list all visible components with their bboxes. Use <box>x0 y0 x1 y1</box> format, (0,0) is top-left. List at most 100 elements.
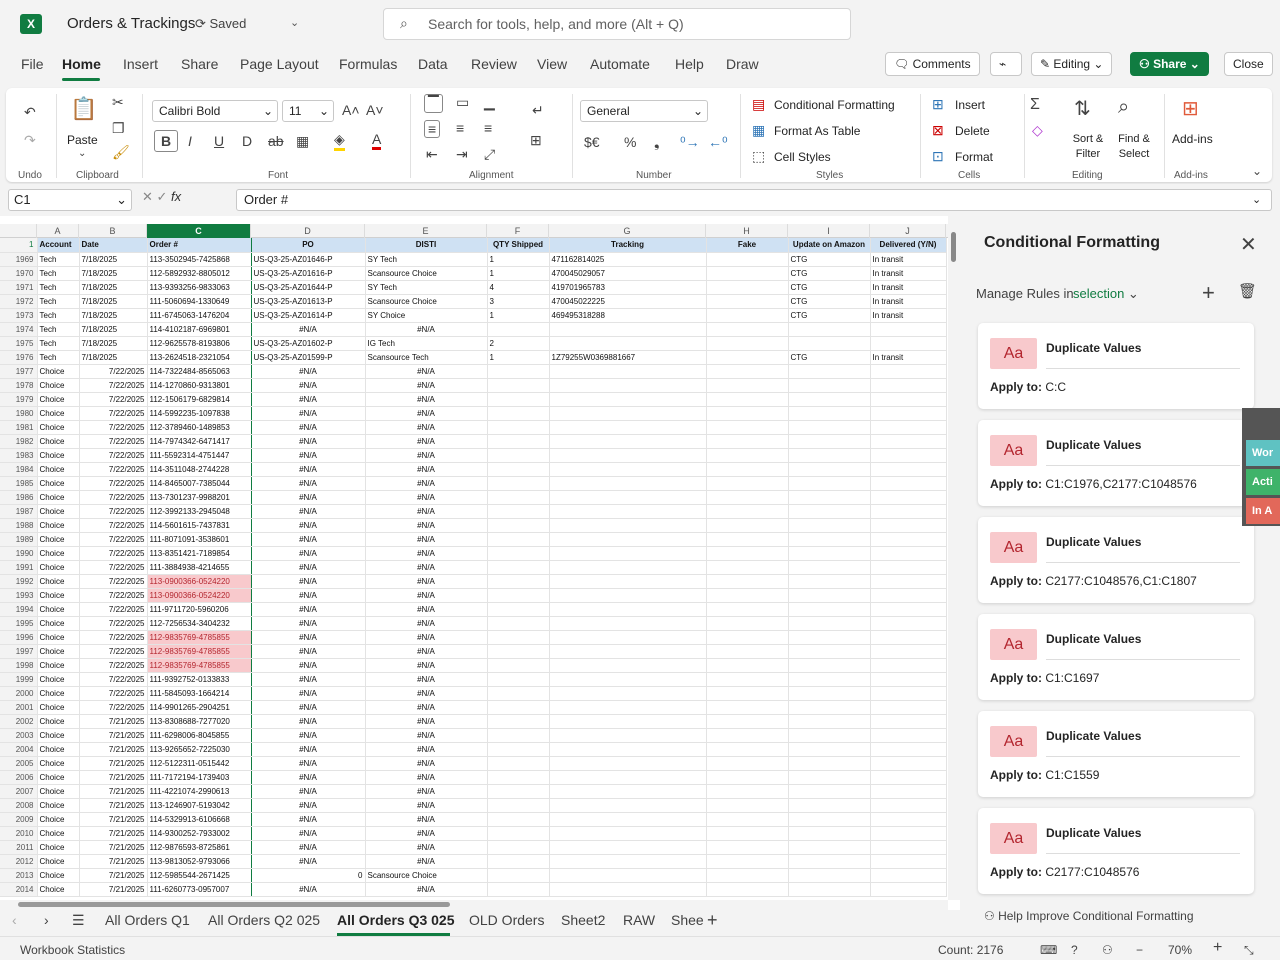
cell[interactable]: #N/A <box>365 616 488 631</box>
cell[interactable]: Choice <box>37 728 80 743</box>
cell[interactable]: #N/A <box>365 448 488 463</box>
cell[interactable]: US-Q3-25-AZ01602-P <box>251 336 366 351</box>
cell[interactable]: In transit <box>870 280 947 295</box>
cell[interactable]: In transit <box>870 294 947 309</box>
sheet-table[interactable]: 1 Account Date Order # PO DISTI QTY Shipped Tra… <box>0 238 947 897</box>
cell[interactable]: Choice <box>37 532 80 547</box>
cell[interactable] <box>788 826 871 841</box>
cell[interactable] <box>788 392 871 407</box>
cell[interactable]: Choice <box>37 630 80 645</box>
header-cell[interactable]: Delivered (Y/N) <box>870 238 947 253</box>
cell[interactable] <box>549 714 707 729</box>
cell[interactable]: #N/A <box>251 784 366 799</box>
cell[interactable] <box>870 420 947 435</box>
cell[interactable]: 113-9813052-9793066 <box>146 854 252 869</box>
format-cells-button[interactable]: Format <box>955 150 993 164</box>
row-header[interactable]: 2011 <box>0 840 38 855</box>
cell[interactable] <box>549 742 707 757</box>
cell[interactable] <box>487 728 550 743</box>
cell[interactable] <box>487 840 550 855</box>
cell[interactable] <box>870 854 947 869</box>
currency-icon[interactable]: $€ <box>584 134 600 150</box>
cell[interactable]: 114-1270860-9313801 <box>146 378 252 393</box>
cell[interactable]: Choice <box>37 588 80 603</box>
cell[interactable]: #N/A <box>365 672 488 687</box>
cell[interactable]: 114-9300252-7933002 <box>146 826 252 841</box>
cell[interactable]: #N/A <box>251 504 366 519</box>
cell[interactable]: 7/21/2025 <box>79 770 148 785</box>
row-header[interactable]: 1 <box>0 238 38 253</box>
align-right-icon[interactable]: ≡ <box>484 120 492 136</box>
cell[interactable]: 7/22/2025 <box>79 700 148 715</box>
cell[interactable]: #N/A <box>365 420 488 435</box>
sheet-tab[interactable]: All Orders Q1 <box>105 912 190 928</box>
cell[interactable] <box>487 630 550 645</box>
increase-font-icon[interactable]: A˄ <box>342 102 360 118</box>
cell[interactable] <box>706 770 789 785</box>
cell[interactable]: #N/A <box>365 462 488 477</box>
cell[interactable] <box>549 322 707 337</box>
cell[interactable]: 7/18/2025 <box>79 350 148 365</box>
cell[interactable]: #N/A <box>365 602 488 617</box>
cell[interactable]: #N/A <box>365 700 488 715</box>
cell[interactable] <box>549 560 707 575</box>
cell[interactable]: #N/A <box>251 672 366 687</box>
sheet-tab[interactable]: All Orders Q2 025 <box>208 912 320 928</box>
cell[interactable]: 114-3511048-2744228 <box>146 462 252 477</box>
cell[interactable] <box>549 490 707 505</box>
align-bottom-icon[interactable]: ▁ <box>484 94 495 111</box>
header-cell[interactable]: Update on Amazon <box>788 238 871 253</box>
cell[interactable]: In transit <box>870 350 947 365</box>
cell[interactable] <box>788 770 871 785</box>
cell[interactable] <box>487 784 550 799</box>
cell[interactable] <box>487 476 550 491</box>
column-header[interactable]: I <box>788 224 870 238</box>
cell[interactable] <box>549 798 707 813</box>
cell[interactable] <box>788 700 871 715</box>
cell[interactable] <box>487 434 550 449</box>
cell[interactable] <box>870 784 947 799</box>
cell[interactable]: 111-5060694-1330649 <box>146 294 252 309</box>
cell[interactable]: 7/22/2025 <box>79 672 148 687</box>
cut-icon[interactable]: ✂ <box>112 94 124 111</box>
cell[interactable] <box>487 644 550 659</box>
cell[interactable] <box>788 336 871 351</box>
cell[interactable] <box>549 784 707 799</box>
row-header[interactable]: 1996 <box>0 630 38 645</box>
cell[interactable] <box>706 532 789 547</box>
cell[interactable]: 113-7301237-9988201 <box>146 490 252 505</box>
cell[interactable]: Choice <box>37 742 80 757</box>
cell[interactable]: US-Q3-25-AZ01644-P <box>251 280 366 295</box>
cell[interactable]: 7/21/2025 <box>79 728 148 743</box>
cell[interactable]: 1 <box>487 350 550 365</box>
cell[interactable]: Choice <box>37 798 80 813</box>
cell[interactable]: #N/A <box>251 476 366 491</box>
row-header[interactable]: 2003 <box>0 728 38 743</box>
cell[interactable]: Choice <box>37 882 80 897</box>
cell[interactable]: #N/A <box>365 434 488 449</box>
cell[interactable] <box>549 448 707 463</box>
document-title[interactable]: Orders & Trackings <box>67 15 195 32</box>
cell[interactable]: Choice <box>37 504 80 519</box>
cell[interactable]: #N/A <box>251 798 366 813</box>
cell[interactable] <box>706 840 789 855</box>
cell[interactable] <box>487 686 550 701</box>
cell[interactable]: 7/22/2025 <box>79 644 148 659</box>
cell[interactable]: 7/18/2025 <box>79 336 148 351</box>
cell[interactable]: 111-9392752-0133833 <box>146 672 252 687</box>
cell[interactable]: 7/18/2025 <box>79 308 148 323</box>
cell[interactable]: #N/A <box>365 378 488 393</box>
cell[interactable] <box>706 700 789 715</box>
menu-share[interactable]: Share <box>181 56 218 72</box>
cell[interactable]: Choice <box>37 686 80 701</box>
sheet-tab[interactable]: Shee <box>671 912 704 928</box>
cell[interactable] <box>706 630 789 645</box>
add-ins-button[interactable]: Add-ins <box>1172 132 1213 146</box>
cell[interactable]: 470045022225 <box>549 294 707 309</box>
cell[interactable] <box>788 546 871 561</box>
cell[interactable]: Choice <box>37 462 80 477</box>
cell[interactable]: Choice <box>37 868 80 883</box>
cell[interactable] <box>549 756 707 771</box>
cell[interactable] <box>549 840 707 855</box>
cell[interactable] <box>788 644 871 659</box>
